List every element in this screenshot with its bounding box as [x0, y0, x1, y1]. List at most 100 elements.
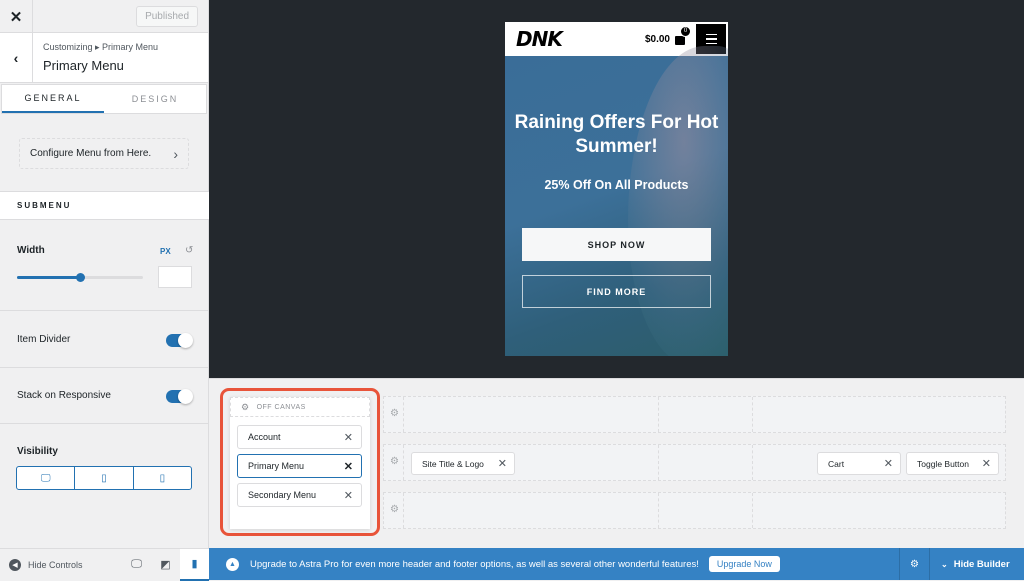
stack-on-responsive-label: Stack on Responsive [17, 390, 111, 401]
visibility-mobile-button[interactable]: ▯ [134, 467, 191, 489]
remove-icon[interactable]: ✕ [344, 431, 353, 444]
gear-icon[interactable]: ⚙ [390, 456, 399, 467]
chip-label: Toggle Button [917, 458, 969, 469]
gear-icon[interactable]: ⚙ [241, 402, 250, 413]
hero-banner: Raining Offers For Hot Summer! 25% Off O… [505, 46, 728, 356]
item-label: Secondary Menu [248, 490, 317, 500]
site-logo[interactable]: DNK [516, 27, 563, 51]
site-preview: DNK $0.00 0 Raining Offers For Hot Summe… [209, 0, 1024, 378]
chevron-right-icon: › [173, 145, 178, 162]
builder-row-top[interactable]: ⚙ [383, 396, 1006, 433]
row-column[interactable] [658, 445, 659, 480]
row-column[interactable] [752, 493, 753, 528]
tab-design[interactable]: DESIGN [104, 85, 206, 113]
chevron-down-icon: ⌄ [941, 559, 948, 569]
width-label: Width [17, 245, 45, 256]
off-canvas-area: ⚙ OFF CANVAS Account ✕ Primary Menu ✕ Se… [230, 397, 370, 529]
unit-px-toggle[interactable]: PX [160, 247, 171, 256]
submenu-section-title: SUBMENU [0, 191, 209, 220]
tab-general[interactable]: GENERAL [2, 85, 104, 113]
find-more-button[interactable]: FIND MORE [522, 275, 711, 308]
remove-icon[interactable]: ✕ [498, 457, 507, 470]
off-canvas-header[interactable]: ⚙ OFF CANVAS [230, 397, 370, 417]
desktop-icon: 🖵︎ [131, 558, 142, 570]
chevron-left-icon: ‹ [13, 49, 19, 66]
hide-controls-label: Hide Controls [28, 559, 83, 570]
preview-desktop-button[interactable]: 🖵︎ [122, 549, 151, 581]
gear-icon[interactable]: ⚙ [390, 408, 399, 419]
remove-icon[interactable]: ✕ [982, 457, 991, 470]
row-column[interactable] [403, 445, 404, 480]
row-column[interactable] [658, 493, 659, 528]
close-customizer-button[interactable]: ✕ [0, 0, 33, 33]
stack-on-responsive-toggle[interactable] [166, 389, 193, 404]
item-divider-toggle[interactable] [166, 333, 193, 348]
chip-site-title-logo[interactable]: Site Title & Logo ✕ [411, 452, 515, 475]
row-column[interactable] [752, 397, 753, 432]
upgrade-now-button[interactable]: Upgrade Now [708, 556, 780, 572]
divider [0, 423, 209, 424]
row-column[interactable] [403, 397, 404, 432]
width-slider-handle[interactable] [76, 273, 85, 282]
chip-toggle-button[interactable]: Toggle Button ✕ [906, 452, 999, 475]
builder-row-main[interactable]: ⚙ Site Title & Logo ✕ Cart ✕ Toggle Butt… [383, 444, 1006, 481]
hero-subtitle: 25% Off On All Products [544, 178, 689, 192]
mobile-icon: ▮ [191, 558, 198, 570]
header-builder: ⚙ OFF CANVAS Account ✕ Primary Menu ✕ Se… [209, 378, 1024, 548]
cart-total[interactable]: $0.00 [645, 34, 670, 45]
chip-label: Cart [828, 458, 845, 469]
publish-area: Published [33, 0, 208, 32]
shop-now-button[interactable]: SHOP NOW [522, 228, 711, 261]
preview-mobile-button[interactable]: ▮ [180, 548, 209, 581]
tablet-icon: ◩ [160, 559, 171, 571]
gear-icon[interactable]: ⚙ [390, 504, 399, 515]
collapse-icon: ◀ [9, 558, 21, 571]
hide-controls-button[interactable]: ◀ Hide Controls [0, 558, 122, 571]
preview-tablet-button[interactable]: ◩ [151, 549, 180, 581]
configure-menu-button[interactable]: Configure Menu from Here. › [19, 138, 189, 169]
item-label: Account [248, 432, 281, 442]
visibility-desktop-button[interactable]: 🖵︎ [17, 467, 76, 489]
breadcrumb: Customizing ▸ Primary Menu Primary Menu [33, 33, 158, 82]
off-canvas-title: OFF CANVAS [256, 403, 306, 411]
remove-icon[interactable]: ✕ [884, 457, 893, 470]
divider [0, 310, 209, 311]
breadcrumb-path: Customizing ▸ Primary Menu [43, 42, 159, 52]
visibility-label: Visibility [17, 446, 58, 457]
width-input[interactable] [158, 266, 192, 288]
row-column[interactable] [658, 397, 659, 432]
off-canvas-item-account[interactable]: Account ✕ [237, 425, 362, 449]
panel-title: Primary Menu [43, 58, 124, 73]
panel-header: ‹ Customizing ▸ Primary Menu Primary Men… [0, 33, 208, 83]
width-slider[interactable] [17, 273, 143, 282]
mobile-preview-frame: DNK $0.00 0 Raining Offers For Hot Summe… [505, 22, 728, 356]
close-icon: ✕ [9, 8, 23, 26]
reset-icon[interactable]: ↺ [185, 245, 193, 256]
tablet-icon: ▯ [101, 472, 107, 484]
visibility-button-group: 🖵︎ ▯ ▯ [16, 466, 192, 490]
chip-cart[interactable]: Cart ✕ [817, 452, 901, 475]
remove-icon[interactable]: ✕ [344, 489, 353, 502]
visibility-tablet-button[interactable]: ▯ [75, 467, 134, 489]
astra-logo-icon: ▲ [226, 557, 239, 571]
row-column[interactable] [403, 493, 404, 528]
chip-label: Site Title & Logo [422, 458, 484, 469]
item-divider-label: Item Divider [17, 334, 71, 345]
off-canvas-item-primary-menu[interactable]: Primary Menu ✕ [237, 454, 362, 478]
configure-menu-label: Configure Menu from Here. [30, 148, 152, 159]
published-button[interactable]: Published [136, 5, 198, 27]
cart-bag-icon[interactable]: 0 [675, 25, 691, 45]
customizer-sidebar: ✕ Published ‹ Customizing ▸ Primary Menu… [0, 0, 209, 548]
back-button[interactable]: ‹ [0, 33, 33, 82]
builder-row-bottom[interactable]: ⚙ [383, 492, 1006, 529]
hide-builder-button[interactable]: ⌄ Hide Builder [941, 548, 1010, 580]
remove-icon[interactable]: ✕ [344, 460, 353, 473]
gear-icon: ⚙ [910, 558, 919, 570]
builder-settings-button[interactable]: ⚙ [899, 548, 930, 580]
divider [0, 367, 209, 368]
off-canvas-item-secondary-menu[interactable]: Secondary Menu ✕ [237, 483, 362, 507]
mobile-icon: ▯ [159, 472, 166, 484]
row-column[interactable] [752, 445, 753, 480]
upgrade-notice-bar: ▲ Upgrade to Astra Pro for even more hea… [209, 548, 1024, 580]
hero-title: Raining Offers For Hot Summer! [514, 112, 719, 157]
